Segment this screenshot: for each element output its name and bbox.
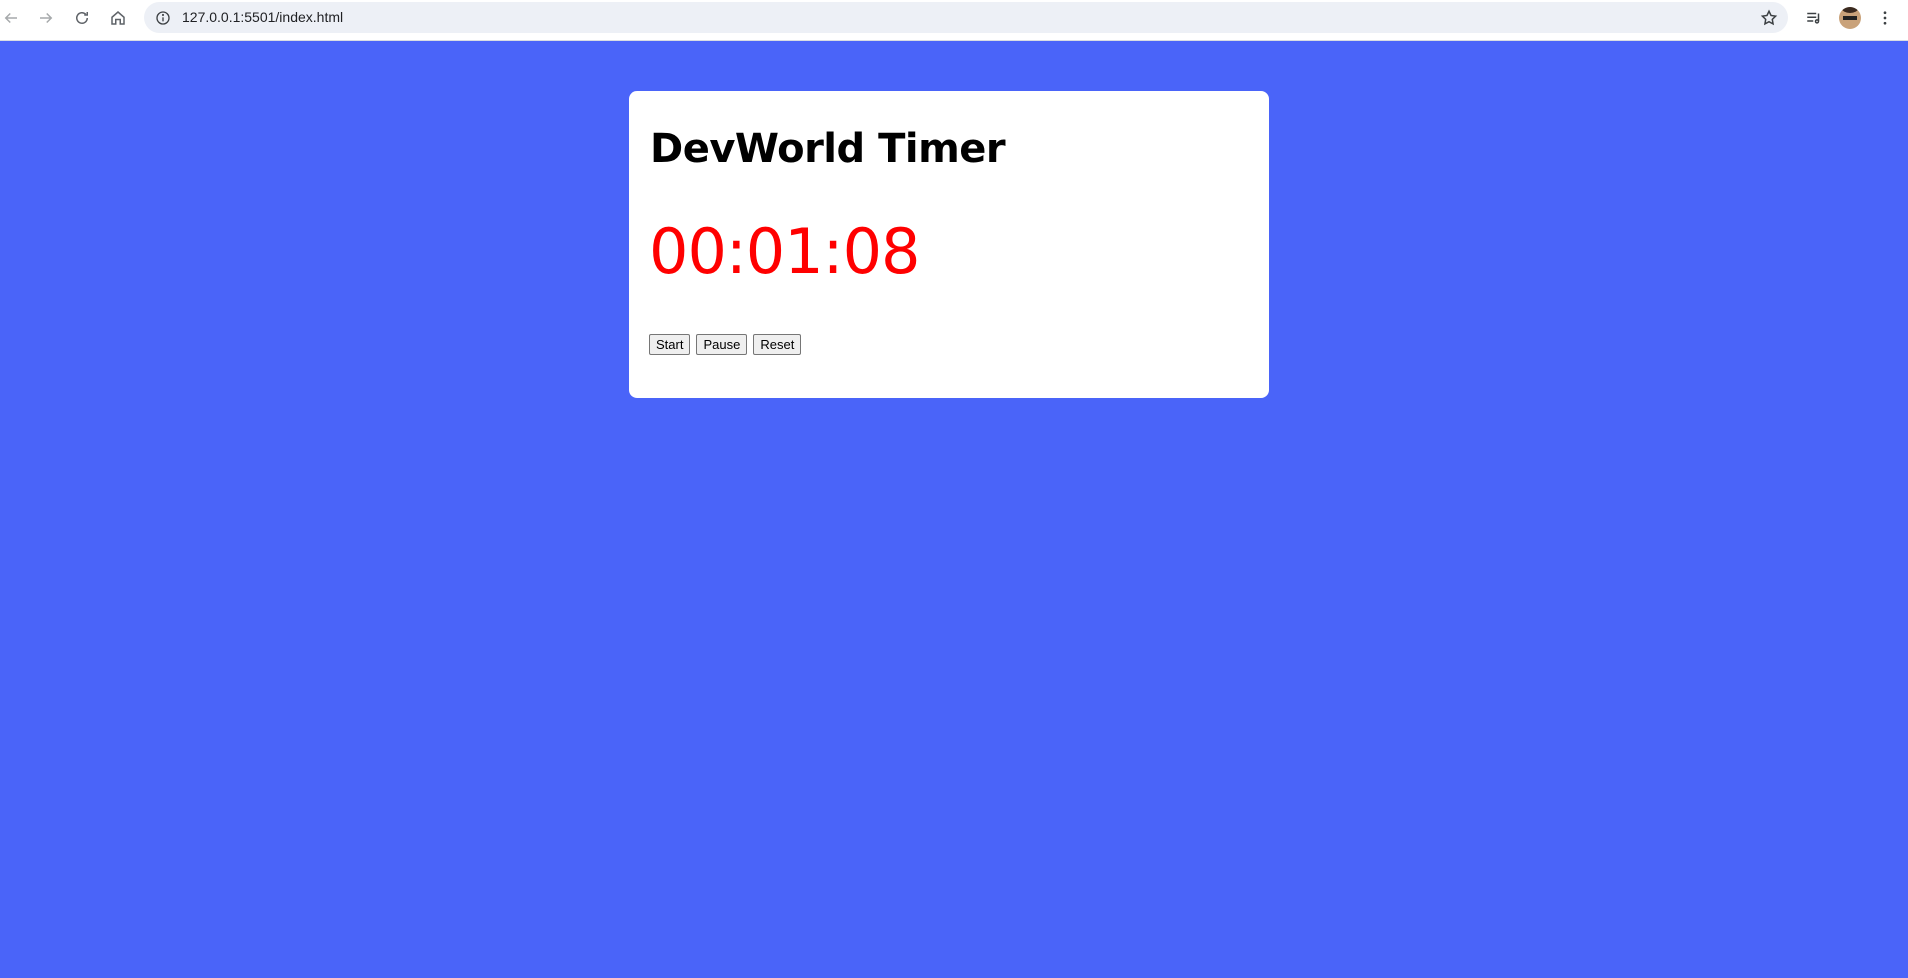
arrow-right-icon [40,12,53,24]
timer-card: DevWorld Timer 00:01:08 Start Pause Rese… [629,91,1269,398]
timer-display: 00:01:08 [649,215,920,288]
home-icon [111,11,125,25]
address-bar[interactable]: 127.0.0.1:5501/index.html [144,2,1788,33]
home-button[interactable] [105,5,131,31]
star-icon[interactable] [1759,8,1778,27]
arrow-left-icon [4,12,17,24]
profile-avatar-image [1839,7,1861,29]
timer-controls: Start Pause Reset [649,334,802,355]
info-icon[interactable] [154,9,171,26]
reset-button[interactable]: Reset [753,334,802,355]
avatar[interactable] [1837,5,1863,31]
forward-button[interactable] [33,5,59,31]
media-queue-icon[interactable] [1801,5,1827,31]
page-viewport: DevWorld Timer 00:01:08 Start Pause Rese… [0,41,1908,978]
pause-button[interactable]: Pause [696,334,748,355]
browser-toolbar: 127.0.0.1:5501/index.html [0,0,1908,41]
url-text[interactable]: 127.0.0.1:5501/index.html [182,9,343,25]
kebab-menu-icon[interactable] [1872,5,1898,31]
start-button[interactable]: Start [649,334,691,355]
reload-button[interactable] [69,5,95,31]
back-button[interactable] [0,5,24,31]
reload-icon [76,12,88,24]
page-title: DevWorld Timer [650,126,1006,172]
